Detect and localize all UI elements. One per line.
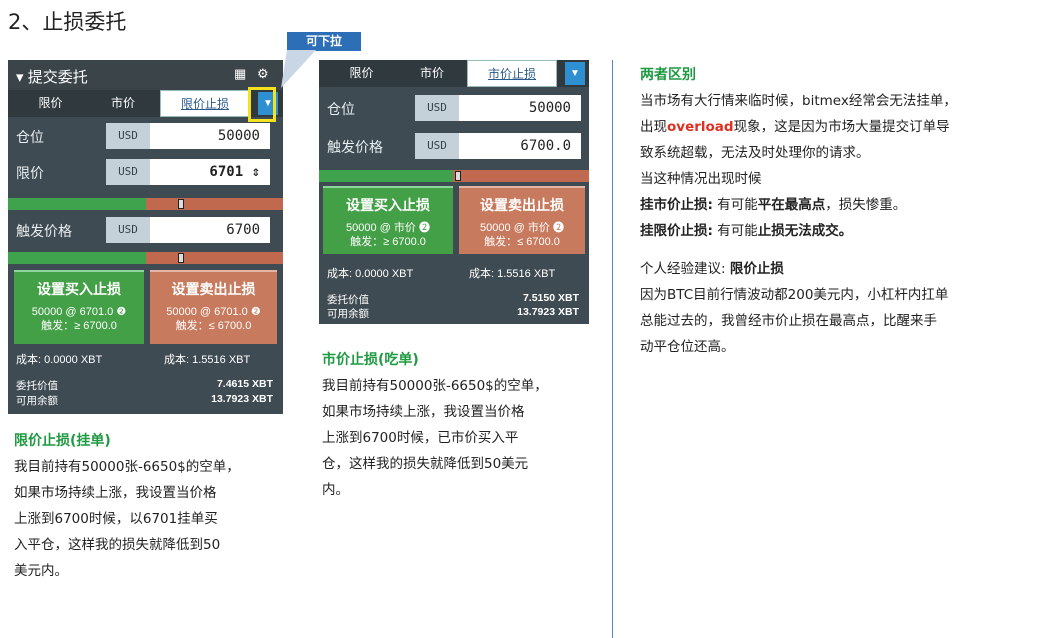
order-value: 7.4615 XBT [216,378,273,390]
buy-stop-button[interactable]: 设置买入止损 50000 @ 6701.0 ❷ 触发：≥ 6700.0 [14,270,144,344]
available-row: 可用余额 13.7923 XBT [327,306,579,320]
tab-stop-market[interactable]: 市价止损 [467,60,557,87]
available-label: 可用余额 [327,308,369,320]
trigger-price-input[interactable]: 6700 [150,217,270,243]
calculator-icon[interactable]: ▦ [234,66,246,82]
cost-sell: 成本: 1.5516 XBT [164,354,251,366]
trigger-price-label: 触发价格 [327,139,383,155]
tab-market[interactable]: 市价 [98,90,148,117]
text-line: 动平仓位还高。 [640,339,735,355]
slider-handle[interactable] [178,253,184,263]
divider [612,60,613,638]
market-stop-title: 市价止损(吃单) [322,352,419,368]
text-line: 挂限价止损: 有可能止损无法成交。 [640,223,853,239]
text-line: 如果市场持续上涨，我设置当价格 [322,404,525,420]
market-stop-description: 市价止损(吃单) 我目前持有50000张-6650$的空单， 如果市场持续上涨，… [322,347,607,503]
limit-price-label: 限价 [16,165,44,181]
tab-limit[interactable]: 限价 [23,90,78,117]
text-line: 入平仓，这样我的损失就降低到50 [14,537,221,553]
tab-limit[interactable]: 限价 [334,60,389,87]
quantity-label: 仓位 [16,129,44,145]
unit-badge: USD [106,123,150,149]
tab-market[interactable]: 市价 [407,60,457,87]
panel-header: ▾ 提交委托 ▦ ⚙ [8,60,283,90]
overload-highlight: overload [667,119,734,135]
available-balance: 13.7923 XBT [211,393,273,405]
text-line: 美元内。 [14,563,68,579]
available-balance: 13.7923 XBT [517,306,579,318]
text-line: 上涨到6700时候，以6701挂单买 [14,511,218,527]
order-panel-limit-stop: ▾ 提交委托 ▦ ⚙ 限价 市价 限价止损 ▼ 仓位 USD 50000 限价 … [8,60,283,414]
order-type-tabs: 限价 市价 市价止损 ▼ [319,60,589,87]
sell-stop-button[interactable]: 设置卖出止损 50000 @ 市价 ❷ 触发：≤ 6700.0 [459,186,585,254]
unit-badge: USD [415,133,459,159]
text-line: 上涨到6700时候，已市价买入平 [322,430,519,446]
text-line: 当这种情况出现时候 [640,171,762,187]
order-value-label: 委托价值 [16,380,58,392]
slider[interactable] [319,170,589,182]
unit-badge: USD [415,95,459,121]
chevron-down-icon[interactable]: ▼ [565,62,585,85]
limit-price-row: 限价 USD 6701 ⇕ [8,156,283,188]
callout-pointer [281,50,316,88]
text-line: 当市场有大行情来临时候，bitmex经常会无法挂单， [640,93,957,109]
text-line: 我目前持有50000张-6650$的空单， [322,378,548,394]
limit-stop-description: 限价止损(挂单) 我目前持有50000张-6650$的空单， 如果市场持续上涨，… [14,428,304,584]
text-line: 出现overload现象，这是因为市场大量提交订单导 [640,119,950,135]
panel-title[interactable]: ▾ 提交委托 [16,66,88,87]
order-value: 7.5150 XBT [522,292,579,304]
sell-stop-button[interactable]: 设置卖出止损 50000 @ 6701.0 ❷ 触发：≤ 6700.0 [150,270,277,344]
text-line: 内。 [322,482,349,498]
text-line: 致系统超载，无法及时处理你的请求。 [640,145,870,161]
cost-buy: 成本: 0.0000 XBT [16,354,103,366]
text-line: 个人经验建议: 限价止损 [640,261,784,277]
cost-sell: 成本: 1.5516 XBT [469,268,556,280]
quantity-input[interactable]: 50000 [150,123,270,149]
text-line: 总能过去的，我曾经市价止损在最高点，比醒来手 [640,313,937,329]
order-value-label: 委托价值 [327,294,369,306]
unit-badge: USD [106,217,150,243]
trigger-price-label: 触发价格 [16,223,72,239]
text-line: 如果市场持续上涨，我设置当价格 [14,485,217,501]
order-value-row: 委托价值 7.5150 XBT [327,292,579,306]
buy-stop-button[interactable]: 设置买入止损 50000 @ 市价 ❷ 触发：≥ 6700.0 [323,186,453,254]
section-heading: 2、止损委托 [8,10,127,34]
slider-handle[interactable] [455,171,461,181]
slider-handle[interactable] [178,199,184,209]
available-label: 可用余额 [16,395,58,407]
available-row: 可用余额 13.7923 XBT [16,393,273,407]
trigger-price-row: 触发价格 USD 6700 [8,214,283,246]
text-line: 仓，这样我的损失就降低到50美元 [322,456,529,472]
quantity-row: 仓位 USD 50000 [8,120,283,152]
quantity-input[interactable]: 50000 [459,95,581,121]
quantity-label: 仓位 [327,101,355,117]
gear-icon[interactable]: ⚙ [257,66,269,82]
order-value-row: 委托价值 7.4615 XBT [16,378,273,392]
limit-stop-title: 限价止损(挂单) [14,433,111,449]
slider[interactable] [8,198,283,210]
order-panel-market-stop: 限价 市价 市价止损 ▼ 仓位 USD 50000 触发价格 USD 6700.… [319,60,589,324]
quantity-row: 仓位 USD 50000 [319,92,589,124]
trigger-price-input[interactable]: 6700.0 [459,133,581,159]
difference-description: 两者区别 当市场有大行情来临时候，bitmex经常会无法挂单， 出现overlo… [640,62,1035,360]
slider[interactable] [8,252,283,264]
unit-badge: USD [106,159,150,185]
text-line: 我目前持有50000张-6650$的空单， [14,459,240,475]
difference-title: 两者区别 [640,67,696,83]
limit-price-input[interactable]: 6701 ⇕ [150,159,270,185]
tab-stop-limit[interactable]: 限价止损 [160,90,250,117]
text-line: 因为BTC目前行情波动都200美元内，小杠杆内扛单 [640,287,949,303]
highlight-box [248,87,276,122]
dropdown-callout: 可下拉 [287,32,361,51]
order-type-tabs: 限价 市价 限价止损 ▼ [8,90,283,117]
cost-buy: 成本: 0.0000 XBT [327,268,414,280]
text-line: 挂市价止损: 有可能平在最高点，损失惨重。 [640,197,907,213]
trigger-price-row: 触发价格 USD 6700.0 [319,130,589,162]
